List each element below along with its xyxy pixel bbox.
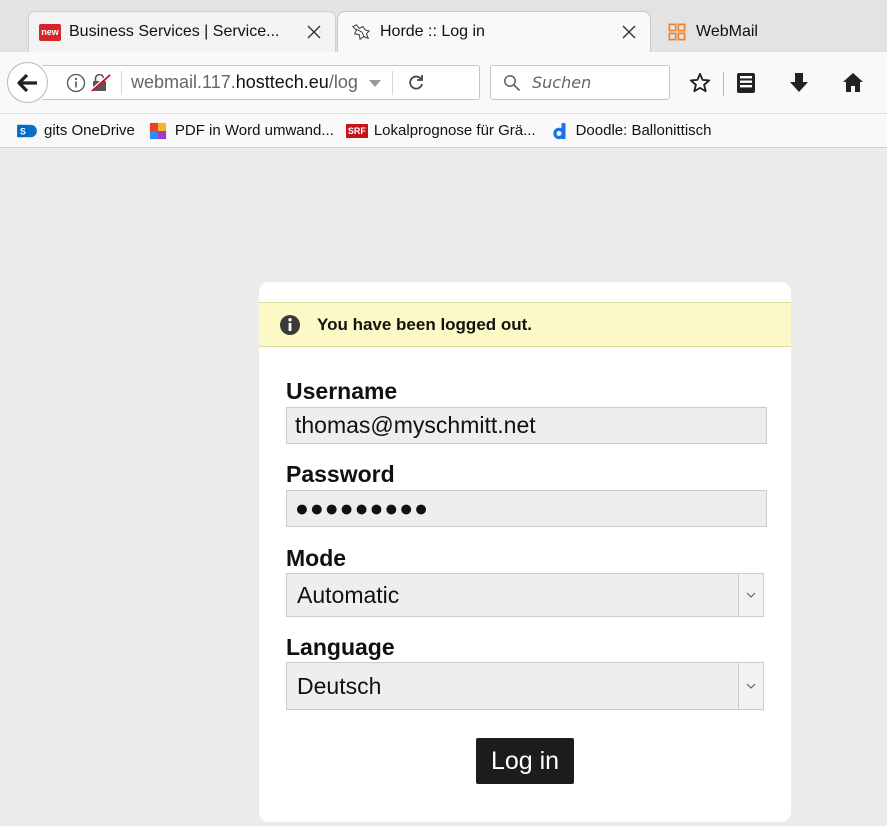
navigation-toolbar: webmail.117.hosttech.eu/log [0, 52, 887, 114]
url-prefix: webmail.117. [131, 72, 236, 92]
bookmark-star-icon[interactable] [689, 72, 711, 94]
chevron-down-icon [746, 683, 756, 689]
mode-select[interactable]: Automatic [286, 573, 764, 617]
tab-title: Horde :: Log in [380, 23, 485, 40]
url-bar[interactable]: webmail.117.hosttech.eu/log [42, 65, 480, 100]
mode-dropdown-button[interactable] [738, 574, 763, 616]
url-separator [121, 70, 122, 95]
colorful-grid-icon [149, 122, 166, 139]
close-tab-icon[interactable] [305, 23, 323, 41]
username-input[interactable] [286, 407, 767, 444]
bookmark-doodle[interactable]: Doodle: Ballonittisch [548, 122, 712, 140]
language-selected-value: Deutsch [297, 673, 382, 699]
tab-horde-login[interactable]: Horde :: Log in [337, 11, 651, 52]
tab-webmail[interactable]: WebMail [656, 11, 887, 52]
url-suffix: /log [328, 72, 358, 92]
url-separator [391, 70, 393, 95]
url-text[interactable]: webmail.117.hosttech.eu/log [131, 72, 358, 93]
bookmark-pdf-to-word[interactable]: PDF in Word umwand... [147, 122, 334, 140]
password-input[interactable]: ●●●●●●●●● [286, 490, 767, 527]
tab-business-services[interactable]: new Business Services | Service... [28, 11, 336, 52]
language-label: Language [286, 634, 395, 660]
search-icon [504, 74, 521, 91]
new-favicon-icon: new [39, 23, 61, 41]
home-icon[interactable] [842, 72, 864, 94]
dropdown-arrow-icon[interactable] [368, 78, 382, 88]
toolbar-separator [723, 72, 724, 96]
close-tab-icon[interactable] [620, 23, 638, 41]
url-domain: hosttech.eu [235, 72, 329, 92]
bookmark-label: Lokalprognose für Grä... [373, 122, 536, 139]
password-label: Password [286, 461, 395, 487]
search-input[interactable] [530, 72, 664, 93]
logout-notice: You have been logged out. [259, 302, 791, 347]
bookmark-label: gits OneDrive [44, 122, 135, 139]
svg-text:S: S [20, 126, 26, 136]
insecure-lock-icon[interactable] [90, 73, 112, 92]
bookmarks-toolbar: S gits OneDrive PDF in Word umwand... SR… [0, 114, 887, 148]
bookmark-onedrive[interactable]: S gits OneDrive [16, 122, 135, 140]
grid-favicon-icon [668, 23, 686, 40]
language-dropdown-button[interactable] [738, 663, 763, 709]
mode-label: Mode [286, 545, 347, 571]
download-icon[interactable] [788, 72, 810, 94]
info-icon[interactable] [66, 73, 86, 93]
back-button[interactable] [7, 62, 48, 103]
tab-title: Business Services | Service... [69, 23, 280, 40]
srf-logo-icon: SRF [345, 123, 368, 138]
login-button[interactable]: Log in [476, 738, 574, 784]
tab-strip: new Business Services | Service... Horde… [0, 0, 887, 52]
arrow-left-icon [16, 73, 37, 92]
bookmark-label: Doodle: Ballonittisch [575, 122, 712, 139]
notice-text: You have been logged out. [317, 314, 533, 334]
login-panel: You have been logged out. Username Passw… [259, 282, 791, 822]
tab-title: WebMail [696, 22, 758, 40]
language-select[interactable]: Deutsch [286, 662, 764, 710]
search-bar[interactable] [490, 65, 670, 100]
bookmark-label: PDF in Word umwand... [174, 122, 334, 139]
reload-icon[interactable] [407, 74, 425, 92]
mode-selected-value: Automatic [297, 582, 400, 608]
username-label: Username [286, 378, 398, 404]
bookmark-srf-weather[interactable]: SRF Lokalprognose für Grä... [345, 122, 536, 140]
horde-favicon-icon [351, 24, 371, 41]
sharepoint-icon: S [17, 124, 37, 137]
reading-list-icon[interactable] [735, 72, 757, 94]
chevron-down-icon [746, 592, 756, 598]
doodle-icon [552, 122, 566, 139]
info-circle-icon [280, 314, 300, 335]
